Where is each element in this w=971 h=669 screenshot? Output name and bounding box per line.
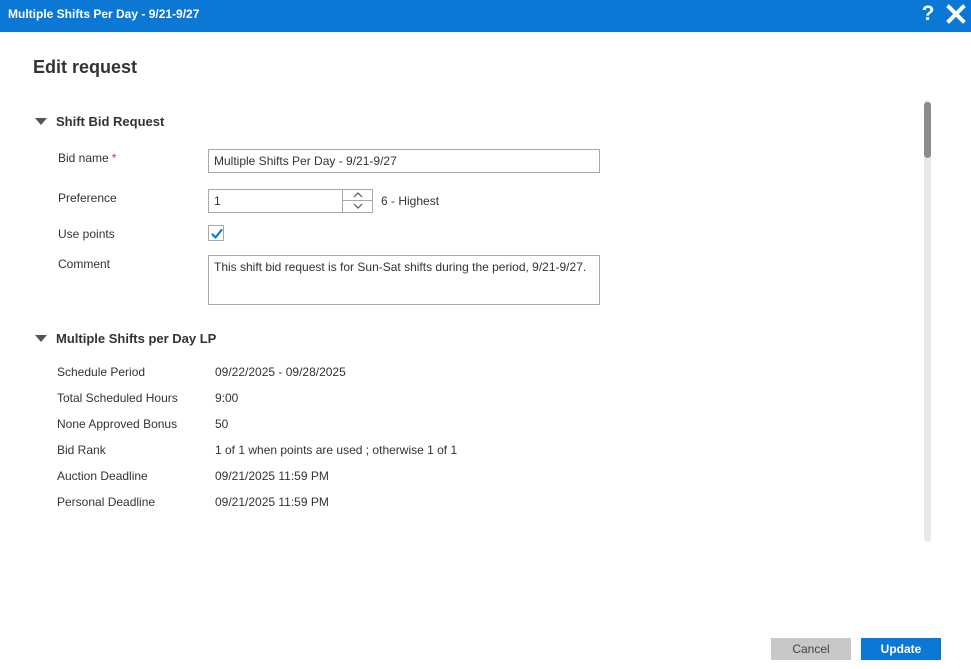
section-title: Multiple Shifts per Day LP [56, 331, 217, 346]
dialog-title: Multiple Shifts Per Day - 9/21-9/27 [8, 7, 200, 21]
total-scheduled-hours-value: 9:00 [215, 391, 239, 405]
personal-deadline-label: Personal Deadline [57, 495, 156, 509]
scrollbar-track[interactable] [924, 100, 931, 542]
required-marker: * [111, 151, 117, 165]
schedule-period-label: Schedule Period [57, 365, 146, 379]
caret-down-icon [35, 118, 47, 125]
close-icon[interactable] [945, 3, 967, 25]
total-scheduled-hours-label: Total Scheduled Hours [57, 391, 178, 405]
dialog-titlebar: Multiple Shifts Per Day - 9/21-9/27 ? [0, 0, 971, 32]
preference-label: Preference [58, 191, 117, 205]
section-title: Shift Bid Request [56, 114, 165, 129]
comment-textarea[interactable]: This shift bid request is for Sun-Sat sh… [208, 255, 600, 305]
scrollbar-thumb[interactable] [924, 102, 931, 158]
chevron-up-icon[interactable] [343, 190, 372, 201]
bid-name-label: Bid name * [58, 151, 116, 165]
bid-rank-label: Bid Rank [57, 443, 106, 457]
section-toggle-shift-bid-request[interactable]: Shift Bid Request [35, 114, 164, 129]
caret-down-icon [35, 335, 47, 342]
cancel-button[interactable]: Cancel [771, 638, 851, 660]
none-approved-bonus-label: None Approved Bonus [57, 417, 178, 431]
section-toggle-multiple-shifts[interactable]: Multiple Shifts per Day LP [35, 331, 216, 346]
chevron-down-icon[interactable] [343, 201, 372, 212]
help-icon[interactable]: ? [918, 1, 938, 29]
bid-name-input[interactable] [208, 149, 600, 173]
preference-hint: 6 - Highest [381, 194, 440, 208]
none-approved-bonus-value: 50 [215, 417, 229, 431]
page-title: Edit request [33, 57, 138, 77]
personal-deadline-value: 09/21/2025 11:59 PM [215, 495, 329, 509]
use-points-label: Use points [58, 227, 115, 241]
auction-deadline-label: Auction Deadline [57, 469, 148, 483]
use-points-checkbox[interactable] [208, 225, 224, 241]
preference-stepper [342, 189, 373, 213]
bid-name-label-text: Bid name [58, 151, 109, 165]
auction-deadline-value: 09/21/2025 11:59 PM [215, 469, 329, 483]
comment-label: Comment [58, 257, 111, 271]
preference-input[interactable] [208, 189, 343, 213]
update-button[interactable]: Update [861, 638, 941, 660]
bid-rank-value: 1 of 1 when points are used ; otherwise … [215, 443, 458, 457]
schedule-period-value: 09/22/2025 - 09/28/2025 [215, 365, 346, 379]
checkmark-icon [211, 228, 223, 239]
